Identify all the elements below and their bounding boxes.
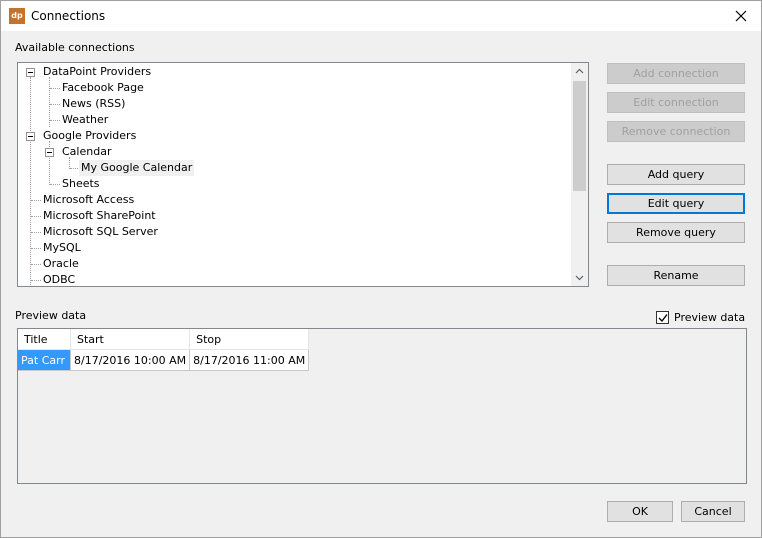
- ok-button[interactable]: OK: [607, 501, 673, 522]
- close-button[interactable]: [727, 4, 755, 28]
- grid-cell[interactable]: 8/17/2016 11:00 AM: [189, 349, 310, 371]
- tree-node[interactable]: Microsoft SharePoint: [41, 208, 158, 224]
- scroll-down-icon[interactable]: [571, 269, 588, 286]
- scrollbar-thumb[interactable]: [573, 81, 586, 191]
- grid-cell[interactable]: Pat Carr: [18, 349, 71, 371]
- tree-connector: [31, 232, 41, 233]
- tree-node[interactable]: Oracle: [41, 256, 81, 272]
- tree-node[interactable]: ODBC: [41, 272, 77, 286]
- tree-connector: [31, 216, 41, 217]
- add-query-button[interactable]: Add query: [607, 164, 745, 185]
- tree-node[interactable]: DataPoint Providers: [41, 64, 153, 80]
- tree-node[interactable]: Weather: [60, 112, 110, 128]
- tree-node[interactable]: Sheets: [60, 176, 102, 192]
- tree-node-selected[interactable]: My Google Calendar: [79, 160, 195, 176]
- tree-connector: [50, 104, 60, 105]
- tree-node[interactable]: Facebook Page: [60, 80, 146, 96]
- column-header-start[interactable]: Start: [70, 329, 191, 350]
- preview-grid-area: Title Start Stop Pat Carr 8/17/2016 10:0…: [17, 328, 747, 484]
- tree-node[interactable]: MySQL: [41, 240, 83, 256]
- tree-connector: [50, 120, 60, 121]
- grid-header-row: Title Start Stop: [18, 329, 310, 350]
- collapse-icon[interactable]: [45, 148, 54, 157]
- tree-node[interactable]: Google Providers: [41, 128, 138, 144]
- rename-button[interactable]: Rename: [607, 265, 745, 286]
- add-connection-button[interactable]: Add connection: [607, 63, 745, 84]
- collapse-icon[interactable]: [26, 132, 35, 141]
- preview-data-checkbox-label[interactable]: Preview data: [674, 311, 745, 324]
- scroll-up-icon[interactable]: [571, 63, 588, 80]
- tree-node[interactable]: Microsoft Access: [41, 192, 136, 208]
- connections-dialog: dp Connections Available connections Dat…: [0, 0, 762, 538]
- tree-node[interactable]: News (RSS): [60, 96, 127, 112]
- tree-connector: [50, 88, 60, 89]
- edit-connection-button[interactable]: Edit connection: [607, 92, 745, 113]
- cancel-button[interactable]: Cancel: [681, 501, 745, 522]
- preview-grid: Title Start Stop Pat Carr 8/17/2016 10:0…: [18, 329, 310, 371]
- tree-connector: [31, 264, 41, 265]
- tree-connector: [31, 200, 41, 201]
- app-logo-icon: dp: [9, 8, 25, 24]
- close-icon: [735, 10, 747, 22]
- table-row[interactable]: Pat Carr 8/17/2016 10:00 AM 8/17/2016 11…: [18, 349, 310, 371]
- tree-connector: [30, 77, 31, 286]
- checkmark-icon: [658, 314, 668, 323]
- column-header-stop[interactable]: Stop: [189, 329, 310, 350]
- tree-node[interactable]: Calendar: [60, 144, 113, 160]
- window-title: Connections: [31, 9, 106, 23]
- tree-connector: [31, 280, 41, 281]
- tree-node[interactable]: Microsoft SQL Server: [41, 224, 160, 240]
- edit-query-button[interactable]: Edit query: [607, 193, 745, 214]
- available-connections-label: Available connections: [15, 41, 135, 54]
- remove-query-button[interactable]: Remove query: [607, 222, 745, 243]
- preview-data-checkbox[interactable]: [656, 311, 669, 324]
- preview-data-label: Preview data: [15, 309, 87, 322]
- tree-connector: [50, 184, 60, 185]
- collapse-icon[interactable]: [26, 68, 35, 77]
- tree-scrollbar[interactable]: [571, 63, 588, 286]
- tree-connector: [31, 248, 41, 249]
- connections-tree[interactable]: DataPoint Providers Facebook Page News (…: [17, 62, 589, 287]
- grid-cell[interactable]: 8/17/2016 10:00 AM: [70, 349, 191, 371]
- column-header-title[interactable]: Title: [18, 329, 71, 350]
- title-bar: dp Connections: [1, 1, 761, 31]
- remove-connection-button[interactable]: Remove connection: [607, 121, 745, 142]
